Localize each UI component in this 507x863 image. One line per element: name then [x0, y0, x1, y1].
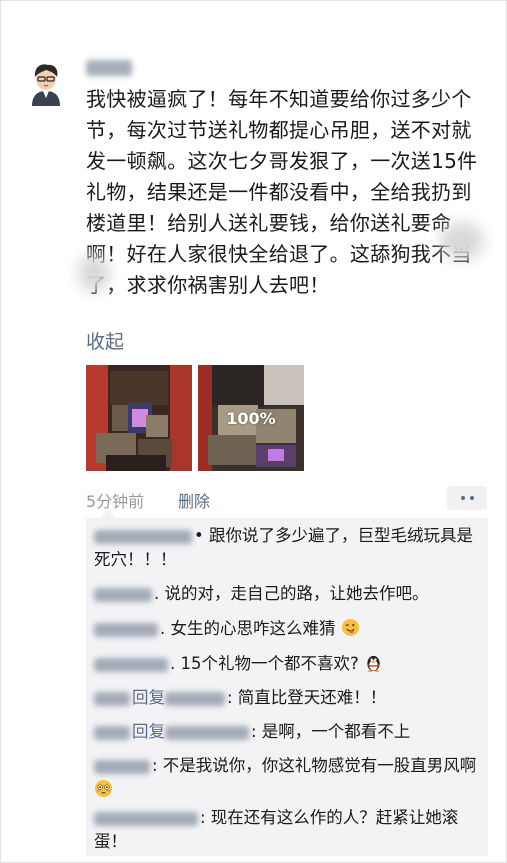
- dot-icon: [460, 496, 465, 500]
- commenter-name-redacted[interactable]: [94, 657, 168, 672]
- comment-text: . 女生的心思咋这么难猜: [160, 619, 336, 638]
- comment-item[interactable]: : 现在还有这么作的人？赶紧让她滚蛋！: [94, 806, 484, 854]
- comment-item[interactable]: : 不是我说你，你这礼物感觉有一股直男风啊: [94, 754, 484, 802]
- image-loading-progress: 100%: [226, 408, 276, 428]
- reply-label: 回复: [132, 688, 165, 707]
- qq-penguin-emoji: [367, 655, 380, 672]
- post-text: 我快被逼疯了！每年不知道要给你过多少个节，每次过节送礼物都提心吊胆，送不对就发一…: [86, 87, 478, 297]
- reply-label: 回复: [132, 722, 165, 741]
- comment-text: : 不是我说你，你这礼物感觉有一股直男风啊: [152, 756, 477, 775]
- delete-link[interactable]: 删除: [178, 488, 210, 512]
- author-name-redacted[interactable]: [86, 58, 138, 78]
- wink-tongue-emoji: [341, 618, 359, 637]
- more-options-button[interactable]: [447, 486, 487, 510]
- author-avatar[interactable]: [22, 58, 70, 106]
- comment-item[interactable]: . 15个礼物一个都不喜欢?: [94, 652, 484, 676]
- collapse-link[interactable]: 收起: [86, 327, 124, 354]
- commenter-name-redacted[interactable]: [94, 725, 130, 740]
- dot-icon: [469, 496, 474, 500]
- comment-text: : 简直比登天还难！！: [227, 688, 387, 707]
- reply-target-redacted[interactable]: [165, 725, 249, 740]
- comment-item[interactable]: . 说的对，走自己的路，让她去作吧。: [94, 582, 484, 606]
- cartoon-boy-avatar-icon: [22, 58, 70, 106]
- comment-text: : 是啊，一个都看不上: [251, 722, 411, 741]
- post-timestamp: 5分钟前: [86, 492, 145, 511]
- comment-item[interactable]: 回复 : 是啊，一个都看不上: [94, 720, 484, 744]
- gifts-photo-1[interactable]: [86, 365, 192, 471]
- reply-target-redacted[interactable]: [165, 691, 225, 706]
- comments-section: • 跟你说了多少遍了，巨型毛绒玩具是死穴！！！ . 说的对，走自己的路，让她去作…: [86, 510, 488, 856]
- comment-text: . 15个礼物一个都不喜欢?: [170, 654, 359, 673]
- commenter-name-redacted[interactable]: [94, 587, 152, 602]
- flushed-face-emoji: [94, 779, 113, 798]
- commenter-name-redacted[interactable]: [94, 811, 198, 826]
- commenter-name-redacted[interactable]: [94, 622, 158, 637]
- commenter-name-redacted[interactable]: [94, 529, 192, 544]
- comment-item[interactable]: . 女生的心思咋这么难猜: [94, 617, 484, 641]
- commenter-name-redacted[interactable]: [94, 759, 150, 774]
- watermark-smudge: [78, 254, 110, 292]
- commenter-name-redacted[interactable]: [94, 691, 130, 706]
- comment-item[interactable]: • 跟你说了多少遍了，巨型毛绒玩具是死穴！！！: [94, 524, 484, 572]
- comment-item[interactable]: 回复 : 简直比登天还难！！: [94, 686, 484, 710]
- comment-text: . 说的对，走自己的路，让她去作吧。: [154, 584, 429, 603]
- watermark-smudge: [440, 222, 484, 260]
- gifts-photo-2[interactable]: 100%: [198, 365, 304, 471]
